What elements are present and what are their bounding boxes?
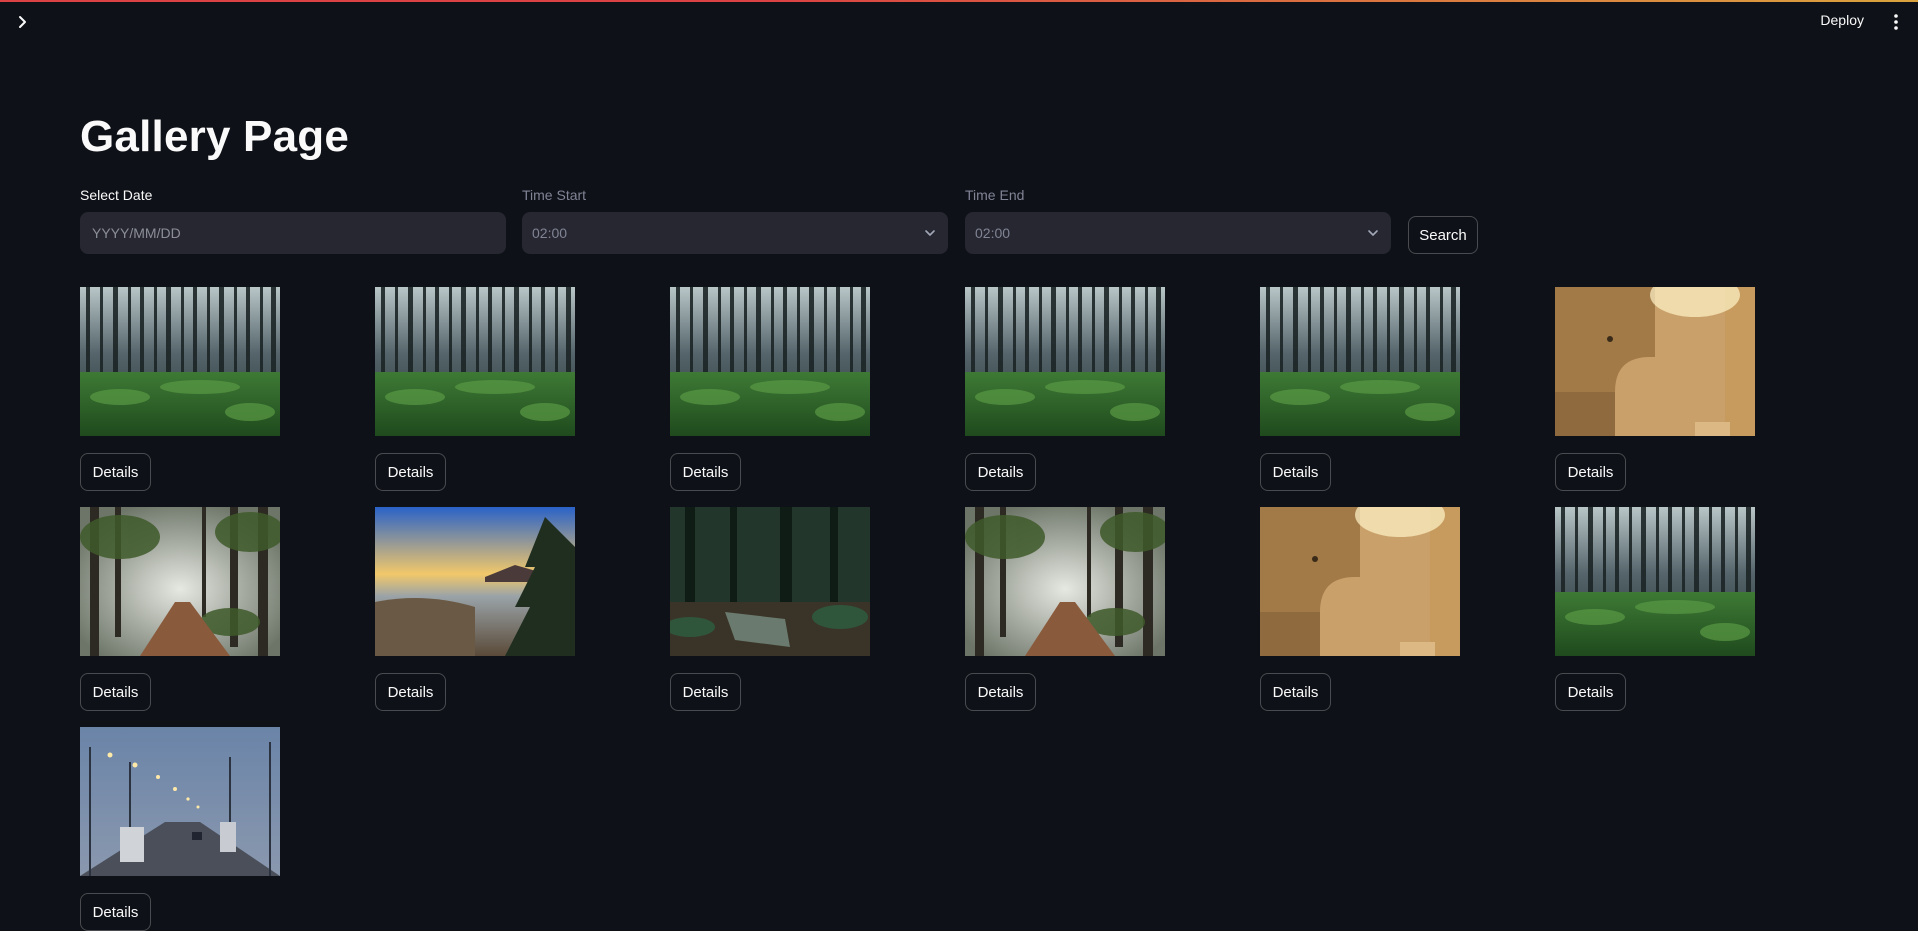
chevron-down-icon [925,230,935,236]
kebab-menu-icon[interactable] [1886,11,1906,33]
details-button[interactable]: Details [80,453,151,491]
details-button[interactable]: Details [670,453,741,491]
details-button[interactable]: Details [80,673,151,711]
gallery-thumbnail-misty-forest-path [965,507,1165,656]
time-start-value: 02:00 [532,225,568,241]
details-button[interactable]: Details [670,673,741,711]
gallery-thumbnail-pine-forest [670,287,870,436]
gallery-thumbnail-dark-forest-bench [670,507,870,656]
deploy-button[interactable]: Deploy [1820,12,1864,28]
time-start-label: Time Start [522,187,587,203]
details-button[interactable]: Details [1260,453,1331,491]
details-button[interactable]: Details [375,673,446,711]
gallery-thumbnail-highway-dusk [80,727,280,876]
gallery-thumbnail-pine-forest [80,287,280,436]
time-start-select[interactable]: 02:00 [522,212,948,254]
gallery-thumbnail-pine-forest [1555,507,1755,656]
details-button[interactable]: Details [1555,453,1626,491]
chevron-right-icon[interactable] [12,11,34,33]
time-end-select[interactable]: 02:00 [965,212,1391,254]
date-input[interactable] [90,224,496,242]
details-button[interactable]: Details [80,893,151,931]
gallery-thumbnail-pine-forest [1260,287,1460,436]
details-button[interactable]: Details [965,453,1036,491]
gallery-thumbnail-misty-forest-path [80,507,280,656]
details-button[interactable]: Details [1260,673,1331,711]
chevron-down-icon [1368,230,1378,236]
search-button[interactable]: Search [1408,216,1478,254]
gallery-thumbnail-beige-room [1260,507,1460,656]
gallery-thumbnail-beige-room [1555,287,1755,436]
details-button[interactable]: Details [1555,673,1626,711]
details-button[interactable]: Details [965,673,1036,711]
page-title: Gallery Page [80,112,349,161]
gallery-thumbnail-pine-forest [375,287,575,436]
select-date-label: Select Date [80,187,153,203]
app-header: Deploy [0,0,1918,46]
gallery-thumbnail-sunset-pine [375,507,575,656]
details-button[interactable]: Details [375,453,446,491]
time-end-label: Time End [965,187,1025,203]
date-field[interactable] [80,212,506,254]
time-end-value: 02:00 [975,225,1011,241]
gallery-thumbnail-pine-forest [965,287,1165,436]
